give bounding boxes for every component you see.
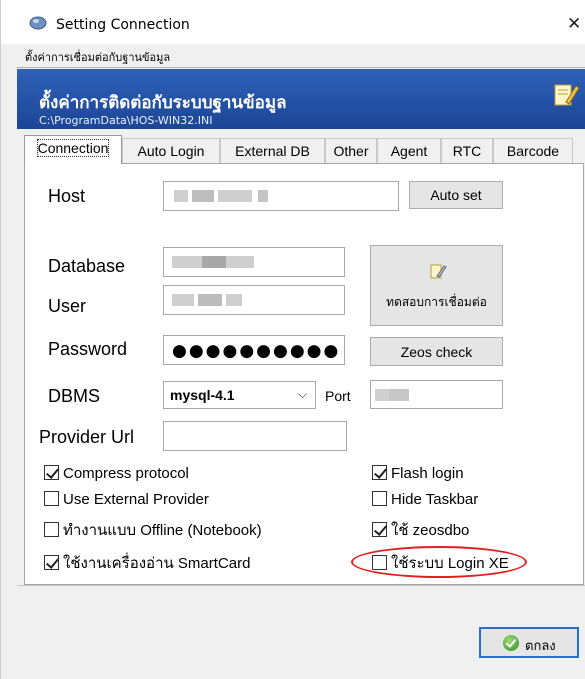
checkbox-checked-icon <box>372 465 387 480</box>
test-connection-label: ทดสอบการเชื่อมต่อ <box>386 295 487 309</box>
tab-other[interactable]: Other <box>325 138 377 164</box>
flash-login-checkbox[interactable]: Flash login <box>372 465 464 485</box>
checkbox-checked-icon <box>372 522 387 537</box>
hide-taskbar-checkbox[interactable]: Hide Taskbar <box>372 491 478 511</box>
dbms-value: mysql-4.1 <box>170 387 235 403</box>
tab-agent[interactable]: Agent <box>377 138 441 164</box>
provider-url-label: Provider Url <box>39 427 135 447</box>
host-input[interactable] <box>163 181 399 211</box>
window-title: Setting Connection <box>56 17 190 33</box>
config-path: C:\ProgramData\HOS-WIN32.INI <box>39 114 213 127</box>
checkbox-unchecked-icon <box>372 491 387 506</box>
checkbox-checked-icon <box>44 465 59 480</box>
use-zeosdbo-checkbox[interactable]: ใช้ zeosdbo <box>372 518 469 539</box>
zeos-check-button[interactable]: Zeos check <box>370 337 503 366</box>
user-input[interactable] <box>163 285 345 315</box>
password-value: ●●●●●●●●●● <box>172 341 341 361</box>
password-label: Password <box>48 339 128 359</box>
checkbox-unchecked-icon <box>44 491 59 506</box>
header-banner: ตั้งค่าการติดต่อกับระบบฐานข้อมูล C:\Prog… <box>17 69 585 129</box>
use-external-provider-checkbox[interactable]: Use External Provider <box>44 491 209 511</box>
host-label: Host <box>48 186 86 206</box>
offline-notebook-checkbox[interactable]: ทำงานแบบ Offline (Notebook) <box>44 518 262 539</box>
edit-settings-icon <box>554 84 580 106</box>
smartcard-checkbox[interactable]: ใช้งานเครื่องอ่าน SmartCard <box>44 551 250 572</box>
close-icon[interactable]: ✕ <box>567 12 585 36</box>
password-input[interactable]: ●●●●●●●●●● <box>163 335 345 365</box>
provider-url-input[interactable] <box>163 421 347 451</box>
tab-auto-login[interactable]: Auto Login <box>122 138 220 164</box>
setting-connection-window: Setting Connection ✕ ตั้งค่าการเชื่อมต่อ… <box>0 0 585 679</box>
tab-rtc[interactable]: RTC <box>441 138 493 164</box>
tab-barcode[interactable]: Barcode <box>493 138 573 164</box>
user-label: User <box>48 296 87 316</box>
test-connection-button[interactable]: ทดสอบการเชื่อมต่อ <box>370 245 503 326</box>
port-label: Port <box>325 388 351 404</box>
database-label: Database <box>48 256 126 276</box>
port-input[interactable] <box>370 380 503 409</box>
checkbox-unchecked-icon <box>44 522 59 537</box>
dbms-select[interactable]: mysql-4.1 ⌵ <box>163 381 316 409</box>
tab-external-db[interactable]: External DB <box>220 138 325 164</box>
window-caption: ตั้งค่าการเชื่อมต่อกับฐานข้อมูล <box>17 44 585 68</box>
check-circle-icon <box>503 635 519 651</box>
database-input[interactable] <box>163 247 345 277</box>
auto-set-button[interactable]: Auto set <box>409 181 503 209</box>
tab-connection[interactable]: Connection <box>24 135 122 164</box>
app-icon <box>29 16 47 30</box>
banner-title: ตั้งค่าการติดต่อกับระบบฐานข้อมูล <box>39 93 287 113</box>
edit-document-icon <box>430 264 447 279</box>
dbms-label: DBMS <box>48 386 101 406</box>
chevron-down-icon: ⌵ <box>297 387 307 401</box>
ok-button-label: ตกลง <box>525 639 556 654</box>
checkbox-checked-icon <box>44 555 59 570</box>
tab-strip: Connection Auto Login External DB Other … <box>24 135 585 164</box>
red-highlight-annotation <box>351 546 527 578</box>
ok-button[interactable]: ตกลง <box>479 627 579 658</box>
compress-protocol-checkbox[interactable]: Compress protocol <box>44 465 189 485</box>
title-bar: Setting Connection ✕ <box>1 0 585 44</box>
